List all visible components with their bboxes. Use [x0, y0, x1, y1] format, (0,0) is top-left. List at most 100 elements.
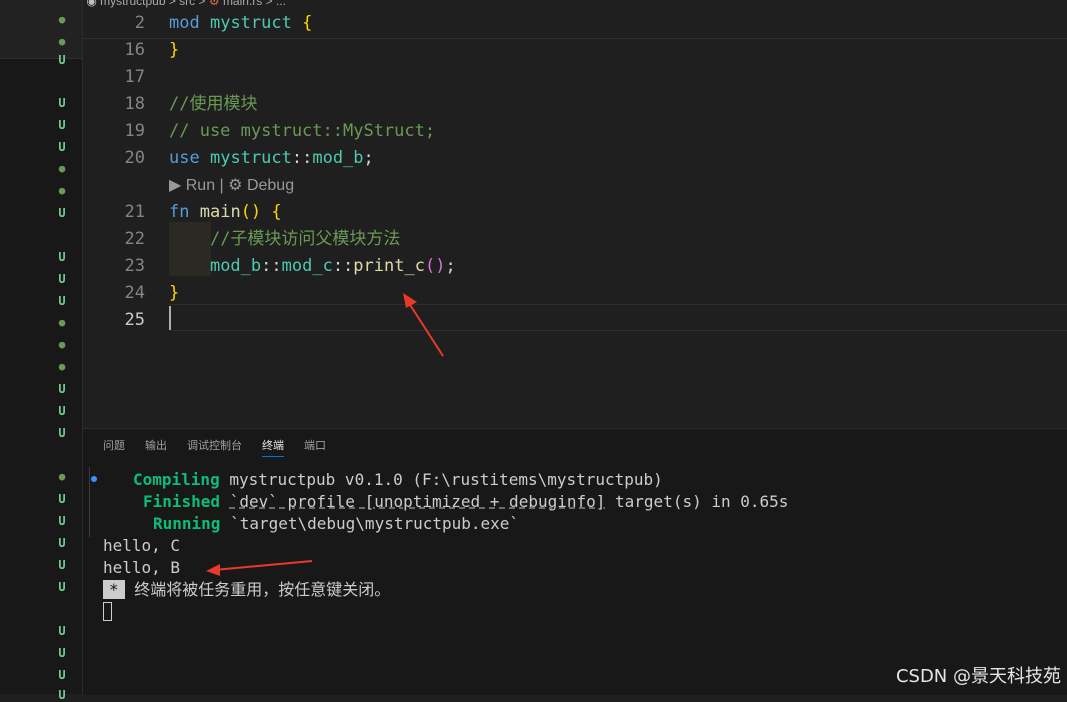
- line-number: 17: [124, 67, 145, 87]
- untracked-marker: U: [58, 206, 66, 220]
- code-editor[interactable]: 2 mod mystruct {16} 17 18 //使用模块 19 // use mys…: [83, 10, 1067, 428]
- rust-file-icon: ⚙: [208, 0, 223, 8]
- untracked-marker: U: [58, 646, 66, 660]
- finished-post: target(s) in 0.65s: [605, 492, 789, 511]
- task-reuse-notice: 终端将被任务重用，按任意键关闭。: [134, 580, 391, 599]
- code-token: //使用模块: [169, 94, 258, 114]
- code-token: mystruct: [209, 148, 292, 168]
- breadcrumb-file[interactable]: main.rs > ...: [223, 0, 286, 8]
- modified-dot-icon: ●: [58, 360, 66, 373]
- line-number: 20: [124, 148, 145, 168]
- text-cursor: [169, 306, 171, 330]
- modified-dot-icon: ●: [58, 184, 66, 197]
- code-text[interactable]: //使用模块: [169, 91, 257, 118]
- code-token: ;: [363, 148, 374, 168]
- code-text[interactable]: use mystruct::mod_b;: [169, 145, 374, 172]
- git-status-gutter: ● ● U U U U ● ● U U U U ● ● ● U U U ● U U U U U U U U U: [0, 0, 83, 702]
- untracked-marker: U: [58, 294, 66, 308]
- breadcrumb[interactable]: ◉ mystructpub > src > ⚙ main.rs > ...: [83, 0, 1067, 10]
- untracked-marker: U: [58, 118, 66, 132]
- code-token: ::: [332, 256, 354, 276]
- terminal-cursor: [103, 602, 112, 621]
- running-text: `target\debug\mystructpub.exe`: [220, 514, 520, 533]
- code-token: }: [169, 40, 180, 60]
- code-token: ::: [261, 256, 282, 276]
- command-decoration-icon[interactable]: [91, 476, 97, 482]
- modified-dot-icon: ●: [58, 162, 66, 175]
- code-line[interactable]: 18 //使用模块: [83, 91, 1067, 118]
- code-text[interactable]: fn main() {: [169, 199, 282, 226]
- finished-pre: [220, 492, 230, 511]
- code-token: //子模块访问父模块方法: [209, 229, 401, 249]
- panel-tabs[interactable]: 问题 输出 调试控制台 终端 端口: [103, 437, 346, 457]
- code-token: {: [302, 13, 313, 33]
- panel-tab[interactable]: 调试控制台: [187, 437, 242, 456]
- code-text[interactable]: // use mystruct::MyStruct;: [169, 118, 435, 145]
- code-token: main: [199, 202, 241, 222]
- panel-tab[interactable]: 终端: [262, 437, 284, 457]
- finished-label: Finished: [143, 492, 221, 511]
- line-number: 19: [124, 121, 145, 141]
- modified-dot-icon: ●: [58, 316, 66, 329]
- code-text[interactable]: mod_b::mod_c::print_c();: [169, 253, 456, 280]
- annotation-arrow-terminal: [206, 560, 313, 576]
- code-line[interactable]: 22 //子模块访问父模块方法: [83, 226, 1067, 253]
- untracked-marker: U: [58, 426, 66, 440]
- code-token: print_c: [353, 256, 425, 276]
- code-line[interactable]: 16}: [83, 37, 1067, 64]
- line-number: 23: [124, 256, 145, 276]
- code-token: (): [424, 256, 446, 276]
- terminal-output[interactable]: Compiling mystructpub v0.1.0 (F:\rustite…: [103, 469, 788, 623]
- panel-tab[interactable]: 问题: [103, 437, 125, 456]
- code-text[interactable]: }: [169, 37, 179, 64]
- output-line-2: hello, B: [103, 558, 181, 577]
- code-line[interactable]: 19 // use mystruct::MyStruct;: [83, 118, 1067, 145]
- code-token: mod: [169, 13, 200, 33]
- modified-dot-icon: ●: [58, 35, 66, 48]
- code-token: }: [169, 283, 180, 303]
- untracked-marker: U: [58, 514, 66, 528]
- code-token: fn: [169, 202, 190, 222]
- codelens-run-debug[interactable]: ▶ Run | ⚙ Debug: [169, 175, 294, 197]
- code-token: {: [271, 202, 282, 222]
- code-token: mod_b: [209, 256, 262, 276]
- code-line[interactable]: 21 fn main() {: [83, 199, 1067, 226]
- watermark: CSDN @景天科技苑: [895, 666, 1061, 687]
- untracked-marker: U: [58, 53, 66, 67]
- line-number: 21: [124, 202, 145, 222]
- line-number: 22: [124, 229, 145, 249]
- code-line[interactable]: 23 mod_b::mod_c::print_c();: [83, 253, 1067, 280]
- code-line[interactable]: 17: [83, 64, 1067, 91]
- code-token: mystruct: [209, 13, 292, 33]
- panel-tab[interactable]: 输出: [145, 437, 167, 456]
- code-text[interactable]: //子模块访问父模块方法: [169, 226, 400, 253]
- code-line[interactable]: 2 mod mystruct {: [83, 10, 1067, 37]
- code-text[interactable]: mod mystruct {: [169, 10, 312, 37]
- modified-dot-icon: ●: [58, 470, 66, 483]
- code-line[interactable]: 20 use mystruct::mod_b;: [83, 145, 1067, 172]
- code-line[interactable]: 24}: [83, 280, 1067, 307]
- code-token: ::: [291, 148, 313, 168]
- untracked-marker: U: [58, 536, 66, 550]
- compiling-text: mystructpub v0.1.0 (F:\rustitems\mystruc…: [219, 470, 663, 489]
- modified-dot-icon: ●: [58, 338, 66, 351]
- output-line-1: hello, C: [103, 536, 181, 555]
- code-text[interactable]: }: [169, 280, 179, 307]
- line-number: 18: [124, 94, 145, 114]
- terminal-decoration-line: [89, 467, 90, 537]
- untracked-marker: U: [58, 404, 66, 418]
- breadcrumb-path[interactable]: mystructpub > src >: [100, 0, 209, 8]
- untracked-marker: U: [58, 668, 66, 682]
- finished-profile: `dev` profile [unoptimized + debuginfo]: [229, 492, 606, 511]
- untracked-marker: U: [58, 558, 66, 572]
- compiling-label: Compiling: [133, 470, 220, 489]
- code-line[interactable]: 25: [83, 307, 1067, 334]
- line-number: 2: [134, 13, 145, 33]
- code-token: // use mystruct::MyStruct;: [169, 121, 436, 141]
- panel-tab[interactable]: 端口: [304, 437, 326, 456]
